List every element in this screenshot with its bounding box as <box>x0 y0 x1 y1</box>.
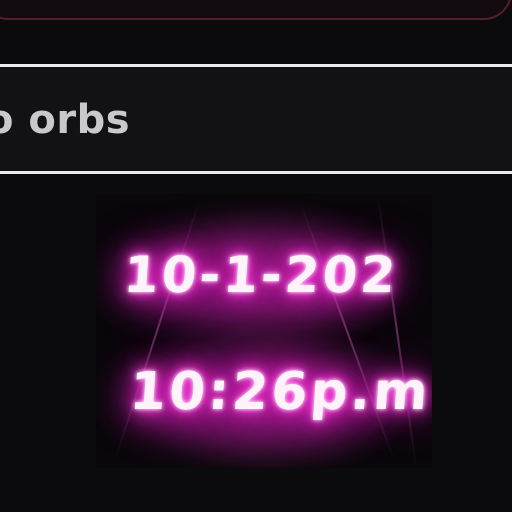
screen: o orbs 10-1-202 10:26p.m <box>0 0 512 512</box>
top-card[interactable] <box>0 0 512 20</box>
header-bar: o orbs <box>0 64 512 174</box>
neon-time-text: 10:26p.m <box>127 362 432 422</box>
neon-date-text: 10-1-202 <box>121 246 401 304</box>
header-title: o orbs <box>0 97 131 143</box>
video-frame[interactable]: 10-1-202 10:26p.m <box>96 194 432 468</box>
